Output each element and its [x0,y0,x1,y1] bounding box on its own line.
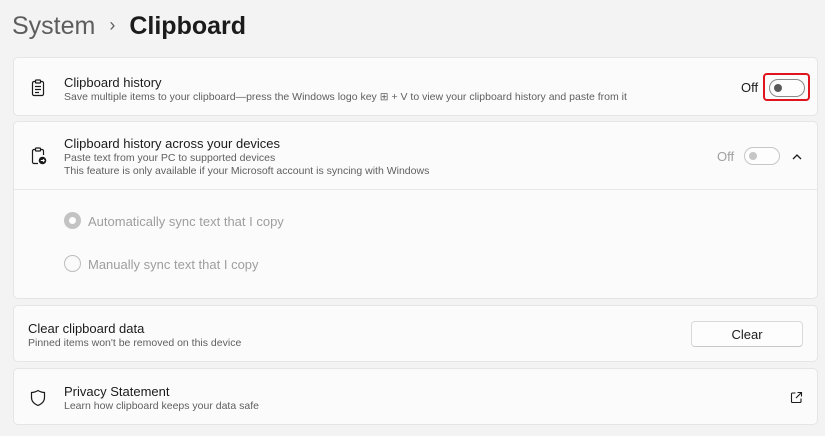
privacy-description: Learn how clipboard keeps your data safe [64,400,259,412]
auto-sync-label: Automatically sync text that I copy [88,214,284,229]
clipboard-sync-icon [28,146,48,166]
section-divider [14,189,817,190]
clear-data-title: Clear clipboard data [28,321,145,336]
chevron-right-icon: › [109,14,116,35]
sync-devices-card: Clipboard history across your devices Pa… [13,121,818,299]
clipboard-history-toggle[interactable] [769,79,805,97]
external-link-icon[interactable] [790,391,803,404]
sync-devices-title: Clipboard history across your devices [64,136,281,151]
clipboard-history-title: Clipboard history [64,75,162,90]
breadcrumb-parent-link[interactable]: System [12,12,95,41]
clipboard-icon [28,78,48,98]
clipboard-history-card: Clipboard history Save multiple items to… [13,57,818,116]
manual-sync-radio[interactable] [64,255,81,272]
shield-icon [28,388,48,408]
auto-sync-radio[interactable] [64,212,81,229]
chevron-up-icon[interactable] [790,150,804,162]
clipboard-history-state: Off [741,80,759,95]
sync-devices-toggle[interactable] [744,147,780,165]
clipboard-history-description: Save multiple items to your clipboard—pr… [64,91,627,103]
toggle-knob [749,152,757,160]
privacy-card[interactable]: Privacy Statement Learn how clipboard ke… [13,368,818,425]
sync-devices-state: Off [717,149,735,164]
breadcrumb: System › Clipboard [12,8,246,44]
clear-data-description: Pinned items won't be removed on this de… [28,337,242,349]
toggle-knob [774,84,782,92]
manual-sync-label: Manually sync text that I copy [88,257,259,272]
page-title: Clipboard [129,11,247,40]
clear-data-card: Clear clipboard data Pinned items won't … [13,305,818,362]
clear-button[interactable]: Clear [691,321,803,347]
sync-devices-description-2: This feature is only available if your M… [64,165,430,177]
sync-devices-description-1: Paste text from your PC to supported dev… [64,152,276,164]
privacy-title: Privacy Statement [64,384,170,399]
